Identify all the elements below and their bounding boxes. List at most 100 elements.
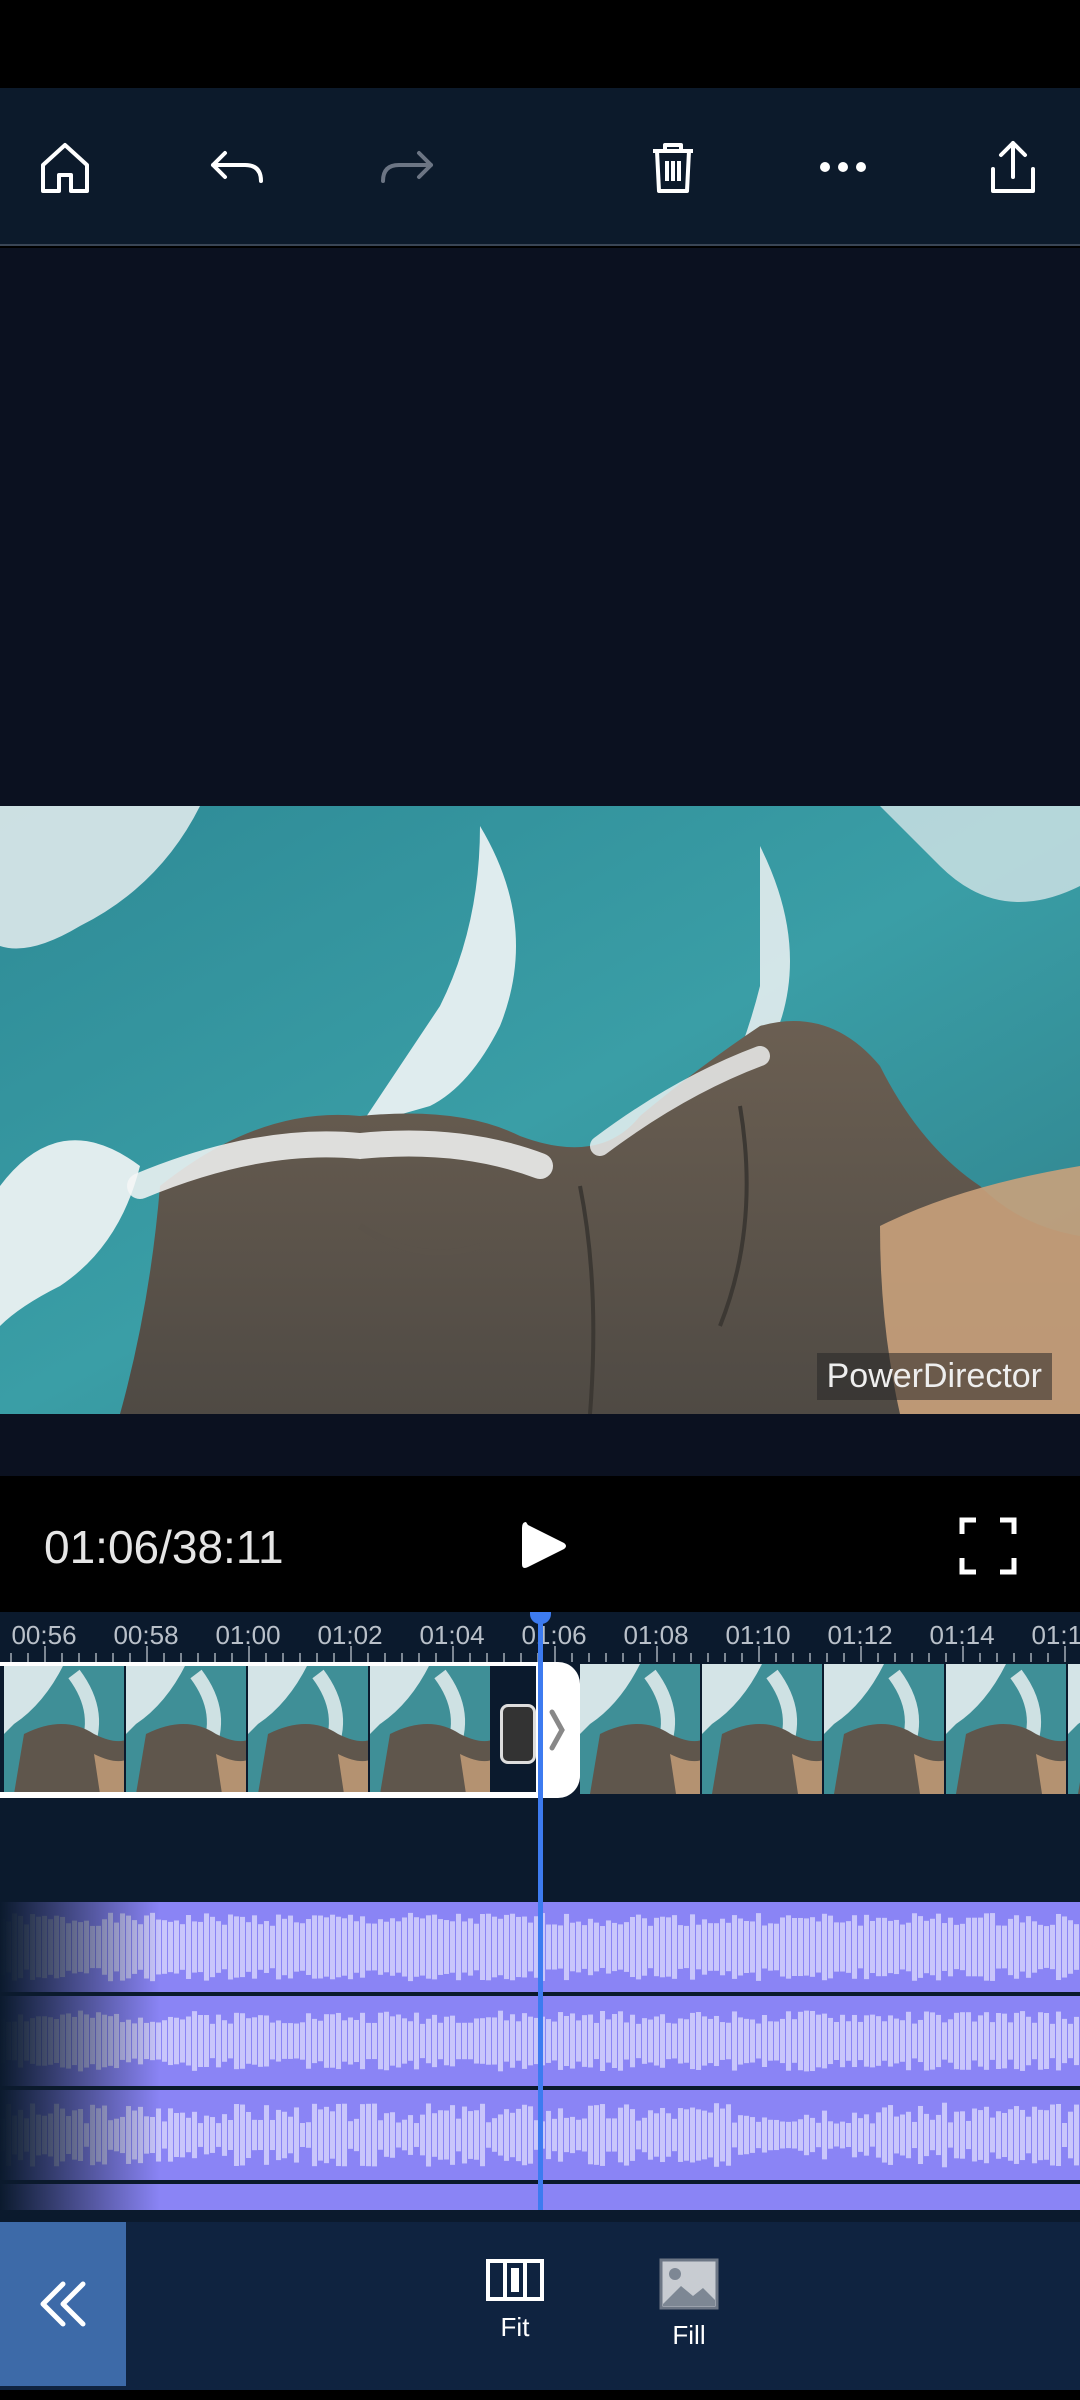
waveform-bar xyxy=(366,2022,371,2060)
waveform-bar xyxy=(714,2015,719,2067)
share-button[interactable] xyxy=(948,88,1078,246)
waveform-bar xyxy=(462,2106,467,2164)
ruler-tick xyxy=(469,1653,471,1662)
waveform-bar xyxy=(678,1925,683,1969)
waveform-bar xyxy=(372,2022,377,2060)
waveform-bar xyxy=(1008,2109,1013,2161)
fit-icon xyxy=(486,2259,544,2301)
waveform-bar xyxy=(648,1925,653,1969)
fill-button[interactable]: Fill xyxy=(629,2258,749,2368)
waveform-bar xyxy=(228,2120,233,2150)
waveform-bar xyxy=(756,1913,761,1981)
waveform-bar xyxy=(930,2012,935,2070)
waveform-bar xyxy=(504,1914,509,1980)
ruler-tick xyxy=(707,1653,709,1662)
waveform-bar xyxy=(288,2023,293,2059)
waveform-bar xyxy=(336,2103,341,2167)
waveform-bar xyxy=(888,2015,893,2067)
waveform-bar xyxy=(654,2016,659,2066)
waveform-bar xyxy=(210,2117,215,2153)
playhead[interactable] xyxy=(538,1612,543,2210)
ruler-tick xyxy=(95,1653,97,1662)
waveform-bar xyxy=(378,2120,383,2150)
ruler-tick xyxy=(911,1653,913,1662)
waveform-bar xyxy=(882,2107,887,2163)
waveform-bar xyxy=(642,2018,647,2064)
waveform-bar xyxy=(330,2014,335,2068)
fit-button[interactable]: Fit xyxy=(455,2258,575,2368)
clip-thumbnail xyxy=(126,1664,248,1794)
waveform-bar xyxy=(582,2118,587,2152)
ruler-tick xyxy=(401,1653,403,1662)
waveform-bar xyxy=(732,1915,737,1979)
waveform-bar xyxy=(558,2012,563,2070)
waveform-bar xyxy=(978,2015,983,2067)
fit-label: Fit xyxy=(500,2312,530,2342)
ruler-tick xyxy=(928,1653,930,1662)
waveform-bar xyxy=(318,2109,323,2161)
waveform-bar xyxy=(606,1920,611,1974)
waveform-bar xyxy=(846,2021,851,2061)
waveform-bar xyxy=(906,1922,911,1972)
waveform-bar xyxy=(906,2011,911,2071)
waveform-bar xyxy=(684,2109,689,2161)
waveform-bar xyxy=(636,2120,641,2150)
waveform-bar xyxy=(966,2012,971,2070)
waveform-bar xyxy=(546,2019,551,2063)
waveform-bar xyxy=(510,1913,515,1981)
waveform-bar xyxy=(1002,2112,1007,2158)
waveform-bar xyxy=(900,2020,905,2062)
waveform-bar xyxy=(258,1924,263,1970)
waveform-bar xyxy=(348,2121,353,2149)
fullscreen-button[interactable] xyxy=(946,1504,1030,1588)
waveform-bar xyxy=(198,2123,203,2147)
waveform-bar xyxy=(480,2018,485,2064)
video-preview[interactable]: PowerDirector xyxy=(0,806,1080,1414)
waveform-bar xyxy=(444,2110,449,2160)
waveform-bar xyxy=(438,2022,443,2060)
waveform-bar xyxy=(1038,2109,1043,2161)
waveform-bar xyxy=(816,2122,821,2148)
collapse-button[interactable] xyxy=(0,2222,126,2386)
ruler-tick xyxy=(1064,1646,1066,1662)
waveform-bar xyxy=(606,2019,611,2063)
play-button[interactable] xyxy=(500,1504,584,1588)
waveform-bar xyxy=(576,2119,581,2151)
waveform-bar xyxy=(522,2104,527,2166)
timecode: 01:06/38:11 xyxy=(44,1521,284,1573)
ruler-tick xyxy=(741,1653,743,1662)
waveform-bar xyxy=(1074,2016,1079,2066)
waveform-bar xyxy=(546,1924,551,1970)
waveform-bar xyxy=(384,1921,389,1973)
waveform-bar xyxy=(594,1922,599,1972)
waveform-bar xyxy=(978,2110,983,2160)
waveform-bar xyxy=(702,2110,707,2160)
more-button[interactable] xyxy=(778,88,908,246)
undo-button[interactable] xyxy=(172,88,302,246)
delete-button[interactable] xyxy=(608,88,738,246)
waveform-bar xyxy=(378,1919,383,1975)
home-button[interactable] xyxy=(0,88,130,246)
waveform-bar xyxy=(966,1917,971,1977)
waveform-bar xyxy=(312,2018,317,2064)
waveform-bar xyxy=(408,1912,413,1982)
redo-button[interactable] xyxy=(342,88,472,246)
waveform-bar xyxy=(834,1922,839,1972)
waveform-bar xyxy=(564,1913,569,1981)
waveform-bar xyxy=(456,2022,461,2060)
waveform-bar xyxy=(816,1921,821,1973)
waveform-bar xyxy=(486,2122,491,2148)
waveform-bar xyxy=(408,2115,413,2155)
ruler-tick xyxy=(44,1646,46,1662)
waveform-bar xyxy=(360,1916,365,1978)
ruler-tick xyxy=(945,1653,947,1662)
waveform-bar xyxy=(882,1917,887,1977)
waveform-bar xyxy=(294,2023,299,2059)
waveform-bar xyxy=(174,2113,179,2157)
waveform-bar xyxy=(630,1916,635,1978)
waveform-bar xyxy=(1044,1926,1049,1968)
waveform-bar xyxy=(624,2104,629,2166)
waveform-bar xyxy=(1074,1924,1079,1970)
waveform-bar xyxy=(216,2014,221,2068)
waveform-bar xyxy=(1044,2012,1049,2070)
